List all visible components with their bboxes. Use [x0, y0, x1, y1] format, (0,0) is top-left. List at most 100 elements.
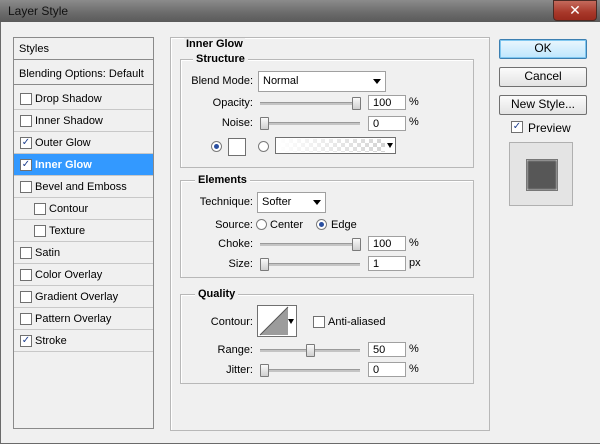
- source-center-label[interactable]: Center: [270, 219, 303, 231]
- structure-title: Structure: [193, 53, 248, 65]
- preview-label[interactable]: Preview: [528, 121, 571, 135]
- size-slider[interactable]: [260, 263, 360, 266]
- opacity-value: 100: [373, 97, 392, 109]
- size-value: 1: [373, 258, 380, 270]
- style-item[interactable]: ✓ Inner Glow: [14, 154, 153, 176]
- choke-slider-thumb[interactable]: [352, 238, 361, 251]
- style-item-checkbox[interactable]: ✓: [20, 137, 32, 149]
- style-preview: [509, 142, 573, 206]
- style-item[interactable]: Contour: [14, 198, 153, 220]
- choke-input[interactable]: 100: [368, 236, 406, 251]
- style-item-checkbox[interactable]: [20, 115, 32, 127]
- size-unit: px: [409, 257, 421, 269]
- noise-slider[interactable]: [260, 122, 360, 125]
- size-input[interactable]: 1: [368, 256, 406, 271]
- style-item-checkbox[interactable]: ✓: [20, 335, 32, 347]
- blend-mode-select[interactable]: Normal: [258, 71, 386, 92]
- size-label: Size:: [228, 258, 253, 270]
- style-item[interactable]: ✓ Stroke: [14, 330, 153, 352]
- style-item-checkbox[interactable]: [20, 247, 32, 259]
- size-slider-thumb[interactable]: [260, 258, 269, 271]
- style-item-checkbox[interactable]: [34, 225, 46, 237]
- opacity-slider-thumb[interactable]: [352, 97, 361, 110]
- technique-label: Technique:: [199, 196, 253, 208]
- technique-select[interactable]: Softer: [257, 192, 326, 213]
- style-item-label: Texture: [49, 225, 86, 237]
- gradient-picker[interactable]: [275, 137, 396, 154]
- style-item-label: Outer Glow: [35, 137, 91, 149]
- style-item-checkbox[interactable]: ✓: [20, 159, 32, 171]
- style-item-checkbox[interactable]: [20, 291, 32, 303]
- jitter-input[interactable]: 0: [368, 362, 406, 377]
- style-item-checkbox[interactable]: [20, 269, 32, 281]
- style-item[interactable]: Pattern Overlay: [14, 308, 153, 330]
- choke-slider[interactable]: [260, 243, 360, 246]
- opacity-label: Opacity:: [212, 97, 253, 109]
- blending-options-item[interactable]: Blending Options: Default: [14, 63, 153, 85]
- layer-style-dialog: Layer Style ✕ Styles Blending Options: D…: [0, 0, 600, 444]
- style-item-checkbox[interactable]: [20, 181, 32, 193]
- new-style-button[interactable]: New Style...: [499, 95, 587, 115]
- style-item[interactable]: Satin: [14, 242, 153, 264]
- style-item[interactable]: ✓ Outer Glow: [14, 132, 153, 154]
- style-item[interactable]: Bevel and Emboss: [14, 176, 153, 198]
- title-bar[interactable]: Layer Style ✕: [0, 0, 600, 23]
- source-label: Source:: [215, 219, 253, 231]
- opacity-slider[interactable]: [260, 102, 360, 105]
- style-item-label: Pattern Overlay: [35, 313, 112, 325]
- style-item[interactable]: Inner Shadow: [14, 110, 153, 132]
- noise-input[interactable]: 0: [368, 116, 406, 131]
- choke-unit: %: [409, 237, 419, 249]
- style-item-label: Satin: [35, 247, 61, 259]
- blend-mode-label: Blend Mode:: [191, 75, 253, 87]
- ok-button[interactable]: OK: [499, 39, 587, 59]
- chevron-down-icon: [373, 79, 381, 84]
- anti-aliased-checkbox[interactable]: [313, 316, 325, 328]
- panel-title: Inner Glow: [184, 38, 245, 50]
- noise-label: Noise:: [221, 117, 253, 129]
- gradient-preview: [277, 139, 385, 152]
- color-swatch[interactable]: [228, 138, 246, 156]
- style-item[interactable]: Gradient Overlay: [14, 286, 153, 308]
- style-item[interactable]: Texture: [14, 220, 153, 242]
- style-item[interactable]: Drop Shadow: [14, 88, 153, 110]
- styles-header-label: Styles: [19, 43, 49, 55]
- styles-header[interactable]: Styles: [14, 38, 153, 60]
- style-item-checkbox[interactable]: [34, 203, 46, 215]
- range-slider-thumb[interactable]: [306, 344, 315, 357]
- source-edge-label[interactable]: Edge: [331, 219, 357, 231]
- opacity-input[interactable]: 100: [368, 95, 406, 110]
- source-center-radio[interactable]: [256, 219, 267, 230]
- close-button[interactable]: ✕: [553, 0, 597, 21]
- style-item-checkbox[interactable]: [20, 313, 32, 325]
- cancel-button[interactable]: Cancel: [499, 67, 587, 87]
- jitter-slider[interactable]: [260, 369, 360, 372]
- contour-picker[interactable]: [257, 305, 297, 337]
- source-edge-radio[interactable]: [316, 219, 327, 230]
- preview-checkbox[interactable]: ✓: [511, 121, 523, 133]
- noise-value: 0: [373, 118, 380, 130]
- range-unit: %: [409, 343, 419, 355]
- quality-title: Quality: [195, 288, 239, 300]
- noise-unit: %: [409, 116, 419, 128]
- contour-label: Contour:: [210, 316, 253, 328]
- style-item-checkbox[interactable]: [20, 93, 32, 105]
- style-item[interactable]: Color Overlay: [14, 264, 153, 286]
- color-radio[interactable]: [211, 141, 222, 152]
- range-input[interactable]: 50: [368, 342, 406, 357]
- style-item-label: Inner Shadow: [35, 115, 103, 127]
- opacity-unit: %: [409, 96, 419, 108]
- noise-slider-thumb[interactable]: [260, 117, 269, 130]
- contour-chevron-down-icon: [288, 319, 294, 324]
- jitter-value: 0: [373, 364, 380, 376]
- blend-mode-value: Normal: [263, 75, 299, 87]
- gradient-radio[interactable]: [258, 141, 269, 152]
- style-item-label: Stroke: [35, 335, 67, 347]
- style-item-label: Color Overlay: [35, 269, 103, 281]
- blending-options-label: Blending Options: Default: [19, 68, 144, 80]
- jitter-label: Jitter:: [226, 364, 253, 376]
- styles-list: Styles Blending Options: Default Drop Sh…: [13, 37, 154, 429]
- range-value: 50: [373, 344, 386, 356]
- anti-aliased-label[interactable]: Anti-aliased: [328, 316, 385, 328]
- jitter-slider-thumb[interactable]: [260, 364, 269, 377]
